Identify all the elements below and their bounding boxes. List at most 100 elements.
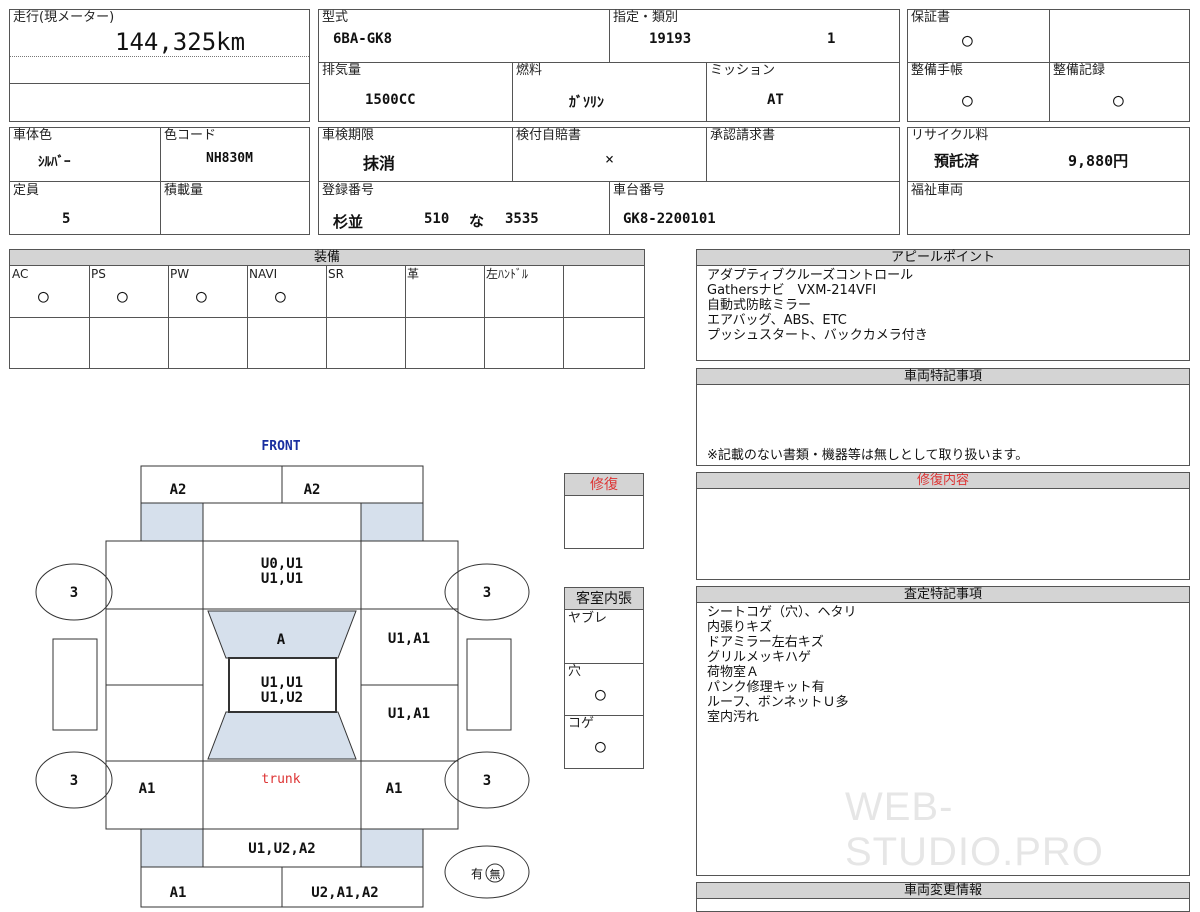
rear-panel-grade: U1,U2,A2 [248, 841, 315, 857]
inspection-label: 車検期限 [322, 128, 375, 143]
designation-value: 19193 [649, 31, 692, 47]
color-box: 車体色 ｼﾙﾊﾞｰ 色コード NH830M 定員 5 積載量 [9, 127, 310, 235]
recycle-hline [908, 181, 1189, 182]
reg-area: 杉並 [333, 213, 364, 231]
mileage-box: 走行(現メーター) 144,325km [9, 9, 310, 122]
equipment-title: 装備 [10, 250, 644, 266]
interior-burn-mark: ○ [595, 736, 606, 757]
equipment-label-革: 革 [407, 267, 420, 281]
transmission-label: ミッション [710, 63, 776, 78]
left-rear-quarter-grade: A1 [139, 781, 156, 797]
front-right-grade: A2 [304, 482, 321, 498]
spec-box: 型式 6BA-GK8 指定・類別 19193 1 排気量 1500CC 燃料 ｶ… [318, 9, 900, 122]
front-right-fender [360, 502, 424, 542]
inspection-value: 抹消 [363, 154, 396, 173]
appeal-lines: アダプティブクルーズコントロール Gathersナビ VXM-214VFI 自動… [707, 268, 928, 343]
mileage-label: 走行(現メーター) [13, 10, 115, 25]
rear-window [207, 711, 357, 760]
rear-right-fender [360, 828, 424, 868]
recycle-label: リサイクル料 [911, 128, 989, 143]
reg-number: 3535 [505, 211, 539, 227]
chassis-value: GK8-2200101 [623, 211, 716, 227]
insp-vline-2 [706, 128, 707, 181]
insurance-label: 検付自賠書 [516, 128, 582, 143]
reg-label: 登録番号 [322, 183, 375, 198]
interior-tear-label: ヤブレ [568, 611, 608, 626]
equipment-vline [247, 266, 248, 368]
body-color-value: ｼﾙﾊﾞｰ [38, 155, 71, 170]
fuel-value: ｶﾞｿﾘﾝ [569, 95, 604, 111]
spec-vline-2 [512, 62, 513, 122]
tire-rear-right-grade: 3 [483, 773, 491, 789]
recycle-amount: 9,880円 [1068, 152, 1129, 170]
warranty-label: 保証書 [911, 10, 951, 25]
category-value: 1 [827, 31, 836, 47]
trunk-label: trunk [261, 772, 300, 787]
mileage-value: 144,325km [115, 28, 246, 56]
maint-record-label: 整備記録 [1053, 63, 1106, 78]
front-left-grade: A2 [170, 482, 187, 498]
recycle-box: リサイクル料 預託済 9,880円 福祉車両 [907, 127, 1190, 235]
insurance-value: × [605, 150, 615, 168]
roof-grade-1: U1,U1 [261, 675, 303, 691]
reg-class: 510 [424, 211, 450, 227]
maint-book-label: 整備手帳 [911, 63, 964, 78]
equipment-vline [405, 266, 406, 368]
tire-rear-left-grade: 3 [70, 773, 78, 789]
equipment-label-ps: PS [91, 267, 106, 281]
equipment-mark: ○ [38, 286, 49, 307]
repair-box: 修復 [564, 473, 644, 549]
repair-content-title: 修復内容 [697, 473, 1189, 489]
maint-vline [1049, 10, 1050, 121]
front-left-fender [140, 502, 204, 542]
body-color-label: 車体色 [13, 128, 53, 143]
repair-content-panel: 修復内容 [696, 472, 1190, 580]
model-label: 型式 [322, 10, 349, 25]
spec-hline [319, 62, 899, 63]
appeal-title: アピールポイント [697, 250, 1189, 266]
left-mirror [52, 638, 98, 731]
equipment-table: 装備 AC ○ PS ○ PW ○ NAVI ○ SR 革 左ﾊﾝﾄﾞﾙ [9, 249, 645, 369]
assessment-title: 査定特記事項 [697, 587, 1189, 603]
equipment-vline [168, 266, 169, 368]
tire-front-right-grade: 3 [483, 585, 491, 601]
transmission-value: AT [767, 92, 784, 108]
roof-grade-2: U1,U2 [261, 690, 303, 706]
spec-vline-3 [706, 62, 707, 122]
equipment-vline [326, 266, 327, 368]
color-code-value: NH830M [206, 151, 253, 166]
interior-box: 客室内張 ヤブレ 穴 ○ コゲ ○ [564, 587, 644, 769]
assessment-lines: シートコゲ（穴）、ヘタリ 内張りキズ ドアミラー左右キズ グリルメッキハゲ 荷物… [707, 605, 857, 725]
equipment-vline [89, 266, 90, 368]
warranty-value: ○ [962, 30, 973, 51]
rear-right-grade: U2,A1,A2 [311, 885, 378, 901]
model-value: 6BA-GK8 [333, 31, 393, 47]
spare-no: 無 [490, 867, 501, 881]
tire-front-left-grade: 3 [70, 585, 78, 601]
capacity-label: 定員 [13, 183, 40, 198]
welfare-label: 福祉車両 [911, 183, 964, 198]
front-label: FRONT [261, 439, 300, 454]
interior-burn-label: コゲ [568, 716, 595, 731]
equipment-mark: ○ [196, 286, 207, 307]
spare-yes: 有 [471, 867, 483, 881]
hood-grade-2: U1,U1 [261, 571, 303, 587]
hood-grade-1: U0,U1 [261, 556, 303, 572]
equipment-hline [10, 317, 644, 318]
interior-hole-label: 穴 [568, 664, 582, 679]
inspection-box: 車検期限 抹消 検付自賠書 × 承認請求書 登録番号 杉並 510 な 3535… [318, 127, 900, 235]
vehicle-notes-text: ※記載のない書類・機器等は無しとして取り扱います。 [707, 448, 1029, 463]
approval-label: 承認請求書 [710, 128, 776, 143]
car-damage-diagram: FRONT A2 A2 U0,U1 U1,U1 A U1,U1 U1,U2 U1… [35, 439, 530, 908]
mileage-divider-2 [10, 83, 309, 84]
watermark: WEB-STUDIO.PRO [845, 785, 1104, 874]
chassis-label: 車台番号 [613, 183, 666, 198]
equipment-label-左ﾊﾝﾄﾞﾙ: 左ﾊﾝﾄﾞﾙ [486, 267, 529, 281]
appeal-panel: アピールポイント アダプティブクルーズコントロール Gathersナビ VXM-… [696, 249, 1190, 361]
designation-label: 指定・類別 [613, 10, 679, 25]
equipment-label-navi: NAVI [249, 267, 278, 281]
insp-vline-1 [512, 128, 513, 181]
reg-kana: な [469, 212, 485, 230]
color-code-label: 色コード [164, 128, 217, 143]
equipment-mark: ○ [275, 286, 286, 307]
